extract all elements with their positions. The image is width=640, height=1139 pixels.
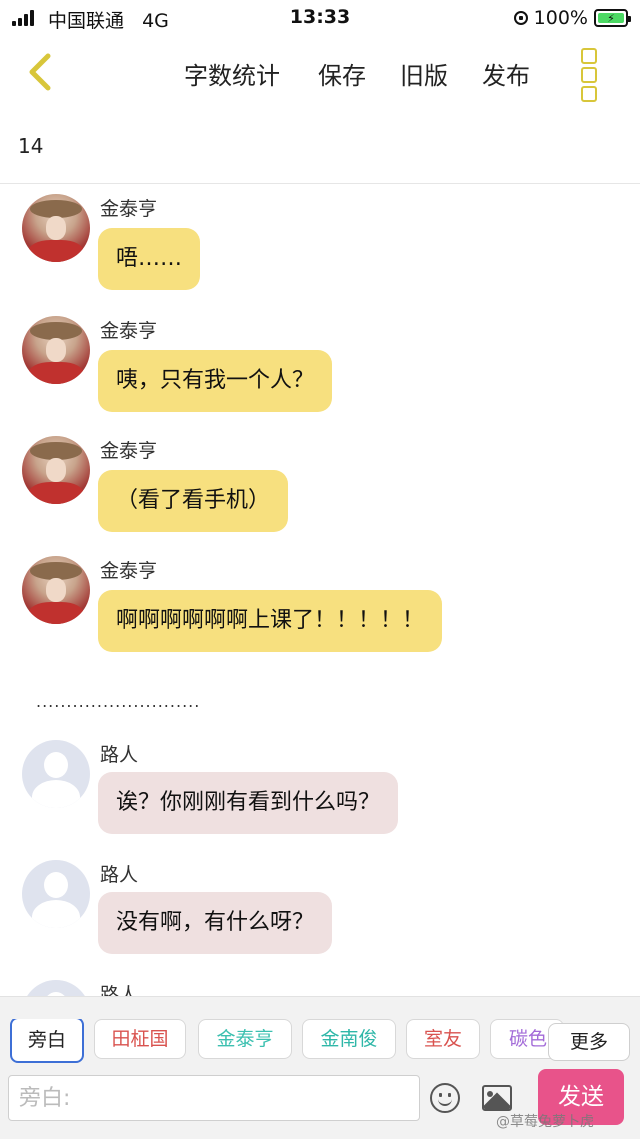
charging-bolt-icon: ⚡ — [598, 12, 624, 25]
sender-name: 路人 — [100, 864, 139, 886]
old-version-button[interactable]: 旧版 — [400, 56, 448, 91]
rotation-lock-icon — [513, 11, 528, 25]
sender-name: 金泰亨 — [100, 440, 158, 462]
top-toolbar: 字数统计 保存 旧版 发布 — [0, 40, 640, 106]
avatar[interactable] — [22, 316, 90, 384]
role-tab-label: 金南俊 — [320, 1028, 378, 1050]
avatar[interactable] — [22, 740, 90, 808]
emoji-icon[interactable] — [430, 1083, 460, 1113]
role-tab-label: 室友 — [423, 1028, 462, 1050]
sender-name: 金泰亨 — [100, 198, 158, 220]
watermark: @草莓兔萝卜虎 — [496, 1114, 594, 1130]
role-tab-roommate[interactable]: 室友 — [406, 1019, 480, 1059]
more-roles-button[interactable]: 更多 — [548, 1023, 630, 1061]
role-tabs: 旁白 田柾国 金泰亨 金南俊 室友 碳色 更多 — [0, 1019, 640, 1065]
chat-list: 金泰亨 唔…… 金泰亨 咦，只有我一个人？ 金泰亨 （看了看手机） 金泰亨 啊啊… — [0, 184, 640, 996]
avatar[interactable] — [22, 436, 90, 504]
avatar[interactable] — [22, 556, 90, 624]
role-tab-jungkook[interactable]: 田柾国 — [94, 1019, 186, 1059]
publish-button[interactable]: 发布 — [482, 56, 530, 91]
more-menu-icon[interactable] — [578, 48, 600, 102]
avatar[interactable] — [22, 194, 90, 262]
sender-name: 路人 — [100, 744, 139, 766]
battery-status: 100% ⚡ — [513, 6, 631, 30]
role-tab-taehyung[interactable]: 金泰亨 — [198, 1019, 292, 1059]
message-bubble[interactable]: 没有啊，有什么呀？ — [98, 892, 333, 954]
role-tab-label: 碳色 — [509, 1028, 548, 1050]
role-tab-namjoon[interactable]: 金南俊 — [302, 1019, 396, 1059]
message-bubble[interactable]: 啊啊啊啊啊啊上课了！！！！！ — [98, 590, 443, 652]
status-bar: 中国联通 4G 13:33 100% ⚡ — [0, 0, 640, 36]
role-tab-narration[interactable]: 旁白 — [10, 1019, 84, 1063]
composer-panel: 旁白 田柾国 金泰亨 金南俊 室友 碳色 更多 发送 @草莓兔萝卜虎 — [0, 996, 640, 1139]
sender-name: 金泰亨 — [100, 560, 158, 582]
avatar[interactable] — [22, 860, 90, 928]
message-bubble[interactable]: 咦，只有我一个人？ — [98, 350, 333, 412]
image-icon[interactable] — [482, 1085, 512, 1111]
message-bubble[interactable]: 诶？你刚刚有看到什么吗？ — [98, 772, 399, 834]
sender-name: 路人 — [100, 984, 139, 996]
role-tab-label: 金泰亨 — [216, 1028, 274, 1050]
word-count-button[interactable]: 字数统计 — [184, 56, 280, 91]
word-count-value: 14 — [18, 134, 44, 158]
back-arrow-icon[interactable] — [20, 50, 64, 94]
role-tab-label: 田柾国 — [111, 1028, 169, 1050]
battery-percent: 100% — [533, 7, 588, 29]
battery-icon: ⚡ — [594, 9, 631, 27]
narration-input[interactable] — [8, 1075, 420, 1121]
message-bubble[interactable]: （看了看手机） — [98, 470, 289, 532]
save-button[interactable]: 保存 — [318, 56, 366, 91]
scene-separator: ........................... — [36, 692, 201, 711]
avatar[interactable] — [22, 980, 90, 996]
role-tab-label: 旁白 — [27, 1029, 66, 1051]
message-bubble[interactable]: 唔…… — [98, 228, 201, 290]
sender-name: 金泰亨 — [100, 320, 158, 342]
